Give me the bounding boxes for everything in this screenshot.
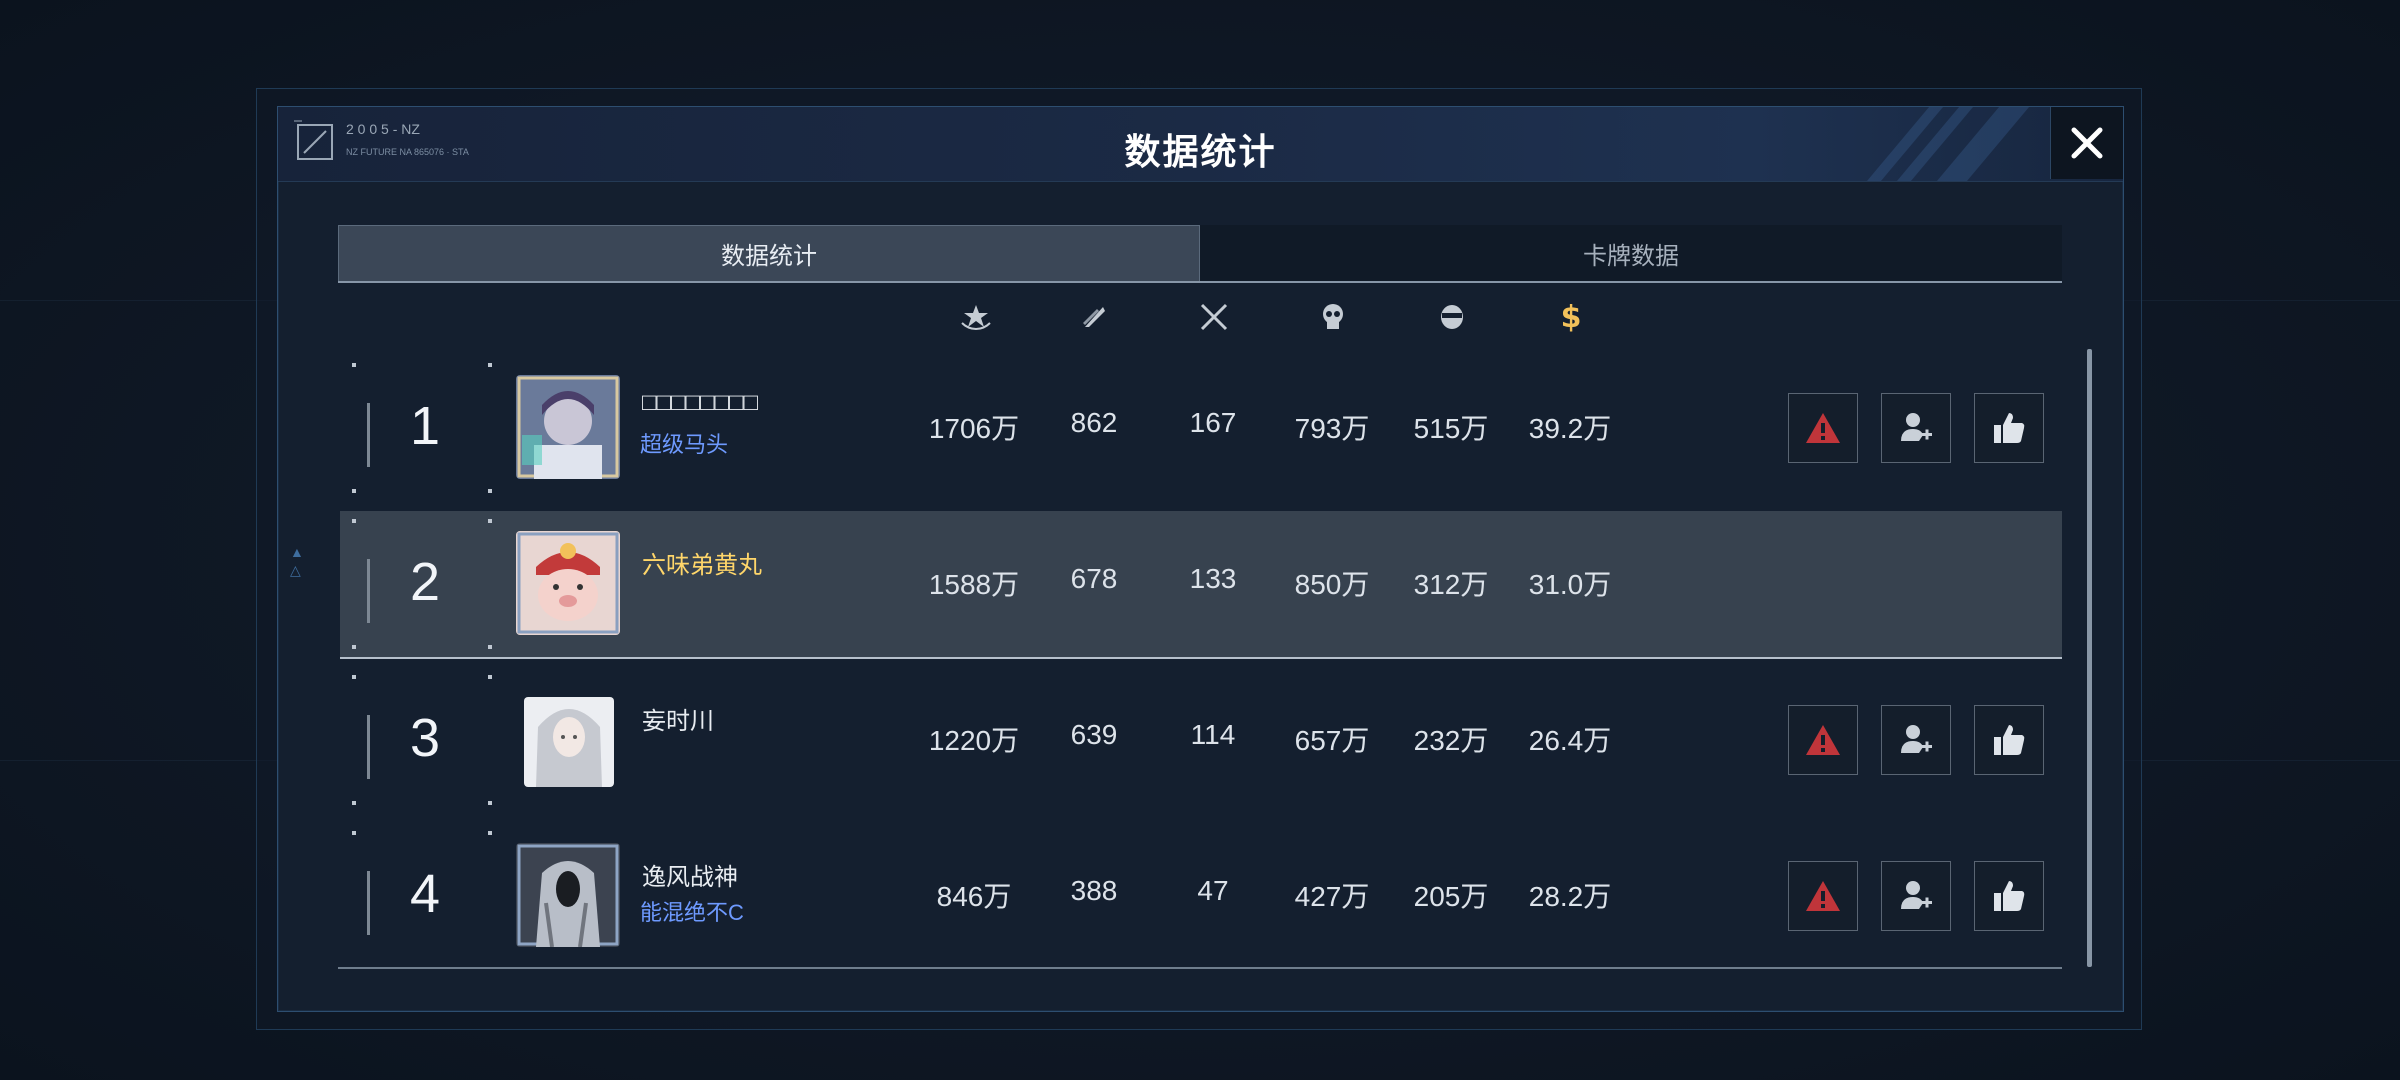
stat-cell: 1706万 [928,413,1020,444]
warning-icon [1806,413,1840,443]
stat-cell: 28.2万 [1528,881,1612,912]
add-friend-button[interactable] [1881,705,1951,775]
like-button[interactable] [1974,861,2044,931]
rank-number: 3 [409,708,441,768]
stat-cell: 39.2万 [1528,413,1612,444]
stat-cell: 26.4万 [1528,725,1612,756]
feathers-icon [1075,297,1115,337]
frame-corner [352,489,356,493]
stat-cell: 205万 [1413,881,1489,912]
frame-corner [488,675,492,679]
player-row[interactable]: 4 逸风战神 能混绝不C 846万 388 47 427万 205万 28.2万 [340,823,2062,969]
player-name: 六味弟黄丸 [642,552,762,579]
stat-cell: 312万 [1413,569,1489,600]
stat-cell: 1220万 [928,725,1020,756]
stat-cell: 657万 [1294,725,1370,756]
thumbs-up-icon [1994,881,2025,911]
avatar[interactable] [516,843,620,947]
avatar[interactable] [524,697,614,787]
stat-cell: 515万 [1413,413,1489,444]
add-user-icon [1901,725,1932,753]
svg-text:$: $ [1561,300,1582,335]
stat-cell: 846万 [936,881,1012,912]
frame-corner [352,801,356,805]
warning-icon [1806,725,1840,755]
warning-icon [1806,881,1840,911]
star-wings-icon [956,297,996,337]
close-icon [2071,127,2103,159]
stat-cell: 793万 [1294,413,1370,444]
stat-cell: 427万 [1294,881,1370,912]
add-friend-button[interactable] [1881,861,1951,931]
report-button[interactable] [1788,861,1858,931]
frame-corner [352,831,356,835]
avatar[interactable] [516,375,620,479]
list-bottom-divider [338,967,2062,969]
player-name: 逸风战神 [642,864,738,891]
tab-data-stats[interactable]: 数据统计 [338,225,1200,281]
player-title: 超级马头 [640,432,729,457]
frame-corner [488,489,492,493]
add-user-icon [1901,881,1932,909]
frame-corner [488,645,492,649]
thumbs-up-icon [1994,725,2025,755]
rank-number: 2 [409,552,441,612]
add-friend-button[interactable] [1881,393,1951,463]
stat-cell: 232万 [1413,725,1489,756]
rank-bar [367,871,370,935]
stats-window: 2 0 0 5 - NZ NZ FUTURE NA 865076 · STA 数… [277,106,2124,1012]
stat-cell: 388 [1070,875,1118,906]
rank-number: 1 [409,396,441,456]
masked-head-icon [1432,297,1472,337]
like-button[interactable] [1974,705,2044,775]
stat-cell: 1588万 [928,569,1020,600]
crossed-swords-icon [1194,297,1234,337]
column-header: $ [278,297,2123,337]
tab-bar: 数据统计 卡牌数据 [338,225,2062,283]
thumbs-up-icon [1994,413,2025,443]
player-row[interactable]: 1 □□□□□□□□ 超级马头 1706万 862 167 793万 515万 … [340,355,2062,501]
rank-bar [367,715,370,779]
list-scrollbar[interactable] [2087,349,2092,967]
stat-cell: 639 [1070,719,1118,750]
title-bar: 2 0 0 5 - NZ NZ FUTURE NA 865076 · STA 数… [278,107,2123,182]
side-decoration: ▲ △ [290,544,304,578]
player-row[interactable]: 3 妄时川 1220万 639 114 657万 232万 26.4万 [340,667,2062,813]
stat-cell: 850万 [1294,569,1370,600]
stat-cell: 114 [1190,719,1236,750]
frame-corner [488,831,492,835]
player-name: □□□□□□□□ [642,389,758,416]
frame-corner [352,675,356,679]
window-title: 数据统计 [1124,131,1277,172]
stat-cell: 47 [1197,875,1229,906]
close-button[interactable] [2050,107,2123,179]
report-button[interactable] [1788,393,1858,463]
frame-corner [488,519,492,523]
stat-cell: 167 [1189,407,1237,438]
like-button[interactable] [1974,393,2044,463]
rank-number: 4 [409,864,441,924]
rank-bar [367,559,370,623]
stat-cell: 678 [1070,563,1118,594]
report-button[interactable] [1788,705,1858,775]
stat-cell: 862 [1070,407,1118,438]
player-row-self[interactable]: 2 六味弟黄丸 1588万 678 133 850万 312万 31.0万 [340,511,2062,659]
frame-corner [352,363,356,367]
rank-bar [367,403,370,467]
frame-corner [488,801,492,805]
frame-corner [352,519,356,523]
stat-cell: 133 [1189,563,1237,594]
add-user-icon [1901,413,1932,441]
frame-corner [488,363,492,367]
tab-card-data[interactable]: 卡牌数据 [1200,225,2062,281]
stat-cell: 31.0万 [1528,569,1612,600]
skull-icon [1313,297,1353,337]
frame-corner [352,645,356,649]
dollar-icon: $ [1551,297,1591,337]
player-name: 妄时川 [642,708,714,735]
player-title: 能混绝不C [640,900,744,925]
avatar[interactable] [516,531,620,635]
